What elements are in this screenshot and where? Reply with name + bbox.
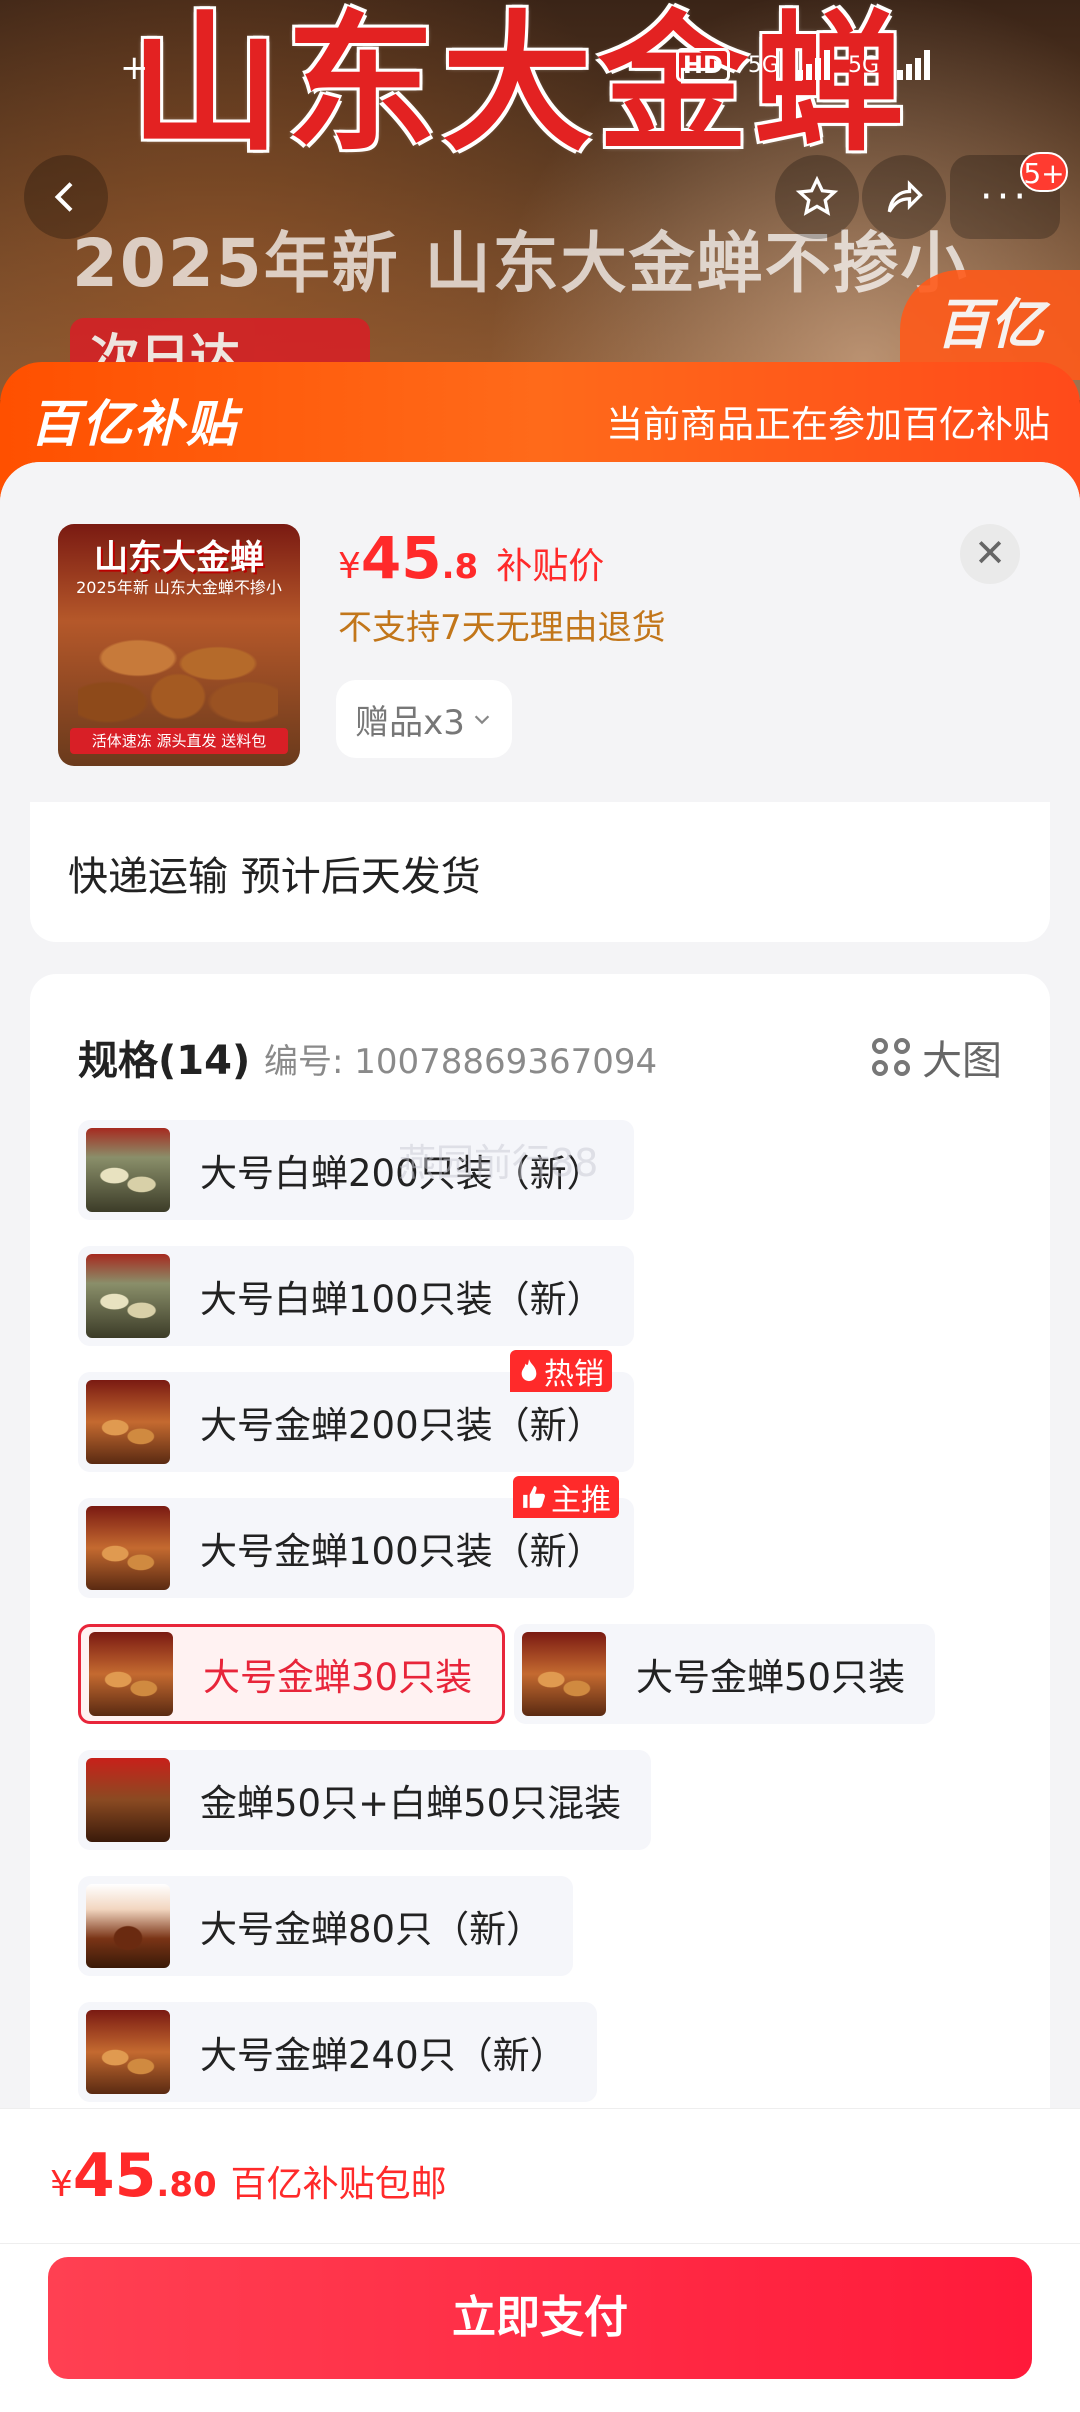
grid-icon xyxy=(872,1038,910,1076)
product-summary: 山东大金蝉 2025年新 山东大金蝉不掺小 活体速冻 源头直发 送料包 ¥ 45… xyxy=(0,462,1080,802)
gift-button[interactable]: 赠品x3 xyxy=(336,680,512,758)
recommended-label: 主推 xyxy=(551,1483,611,1518)
price-integer: 45 xyxy=(360,524,442,592)
option-thumbnail xyxy=(86,2010,170,2094)
divider xyxy=(0,2243,1080,2244)
chevron-down-icon xyxy=(474,715,490,725)
total-currency: ¥ xyxy=(50,2164,73,2205)
spec-option[interactable]: 大号金蝉50只装 xyxy=(514,1624,936,1724)
option-thumbnail xyxy=(86,1128,170,1212)
total-integer: 45 xyxy=(72,2141,157,2211)
option-thumbnail xyxy=(89,1632,173,1716)
option-thumbnail xyxy=(86,1254,170,1338)
spec-option[interactable]: 金蝉50只+白蝉50只混装 xyxy=(78,1750,652,1850)
network-label-1: 5G xyxy=(747,52,779,78)
delivery-info: 快递运输 预计后天发货 xyxy=(68,854,481,900)
flame-icon xyxy=(521,1359,537,1382)
option-label: 大号金蝉200只装（新） xyxy=(200,1404,604,1447)
big-image-toggle[interactable]: 大图 xyxy=(872,1028,1002,1086)
hot-sale-tag: 热销 xyxy=(510,1350,612,1392)
favorite-button[interactable] xyxy=(775,155,859,239)
thumbnail-title: 山东大金蝉 xyxy=(94,538,264,578)
option-label: 大号金蝉80只（新） xyxy=(200,1908,544,1951)
hot-sale-label: 热销 xyxy=(544,1357,604,1392)
spec-option-selected[interactable]: 大号金蝉30只装 xyxy=(78,1624,506,1724)
total-decimal: .80 xyxy=(156,2165,217,2205)
close-icon: ✕ xyxy=(974,531,1006,575)
thumbnail-footer: 活体速冻 源头直发 送料包 xyxy=(70,728,288,754)
notification-badge: 5+ xyxy=(1020,152,1068,192)
option-thumbnail xyxy=(522,1632,606,1716)
close-button[interactable]: ✕ xyxy=(960,524,1020,584)
option-label: 大号金蝉100只装（新） xyxy=(200,1530,604,1573)
option-thumbnail xyxy=(86,1380,170,1464)
option-label: 金蝉50只+白蝉50只混装 xyxy=(200,1782,622,1825)
subsidy-logo: 百亿补贴 xyxy=(30,395,238,453)
status-right: HD 5G 5G xyxy=(675,48,930,82)
option-thumbnail xyxy=(86,1506,170,1590)
hd-icon: HD xyxy=(675,48,730,82)
option-label: 大号金蝉30只装 xyxy=(203,1656,473,1699)
thumbs-up-icon xyxy=(523,1486,545,1508)
total-price: ¥ 45 .80 百亿补贴包邮 xyxy=(50,2141,447,2211)
chevron-left-icon xyxy=(54,182,73,212)
return-policy-note: 不支持7天无理由退货 xyxy=(338,608,666,648)
option-label: 大号金蝉240只（新） xyxy=(200,2034,567,2077)
option-label: 大号白蝉100只装（新） xyxy=(200,1278,604,1321)
star-icon xyxy=(795,175,839,216)
recommended-tag: 主推 xyxy=(513,1476,619,1518)
gift-label: 赠品x3 xyxy=(355,702,465,743)
spec-option[interactable]: 大号金蝉80只（新） xyxy=(78,1876,574,1976)
network-label-2: 5G xyxy=(847,52,879,78)
product-thumbnail[interactable]: 山东大金蝉 2025年新 山东大金蝉不掺小 活体速冻 源头直发 送料包 xyxy=(58,524,300,766)
option-label: 大号金蝉50只装 xyxy=(636,1656,906,1699)
price-currency: ¥ xyxy=(338,546,361,587)
price-decimal: .8 xyxy=(441,547,479,587)
shipping-note: 百亿补贴包邮 xyxy=(230,2164,447,2205)
option-thumbnail xyxy=(86,1758,170,1842)
share-icon xyxy=(887,180,923,213)
pay-now-button[interactable]: 立即支付 xyxy=(48,2257,1032,2379)
cicada-image xyxy=(78,614,278,724)
back-button[interactable] xyxy=(24,155,108,239)
spec-option[interactable]: 大号金蝉240只（新） xyxy=(78,2002,597,2102)
big-image-label: 大图 xyxy=(922,1038,1002,1084)
price-tag: 补贴价 xyxy=(496,546,605,587)
product-code: 编号: 10078869367094 xyxy=(264,1042,658,1082)
status-left: + xyxy=(120,48,149,88)
spec-title: 规格(14) xyxy=(78,1038,251,1084)
status-bar: + HD 5G 5G xyxy=(0,40,1080,100)
signal-icon-2 xyxy=(897,50,930,80)
option-thumbnail xyxy=(86,1884,170,1968)
checkout-bar: ¥ 45 .80 百亿补贴包邮 立即支付 xyxy=(0,2108,1080,2412)
subsidy-note: 当前商品正在参加百亿补贴 xyxy=(606,403,1050,446)
watermark: 燕园前行88 xyxy=(398,1141,599,1185)
spec-option[interactable]: 大号白蝉100只装（新） xyxy=(78,1246,634,1346)
thumbnail-subtitle: 2025年新 山东大金蝉不掺小 xyxy=(76,578,282,597)
subsidy-price: ¥ 45 .8 补贴价 xyxy=(338,524,604,592)
share-button[interactable] xyxy=(862,155,946,239)
signal-icon xyxy=(796,50,830,80)
